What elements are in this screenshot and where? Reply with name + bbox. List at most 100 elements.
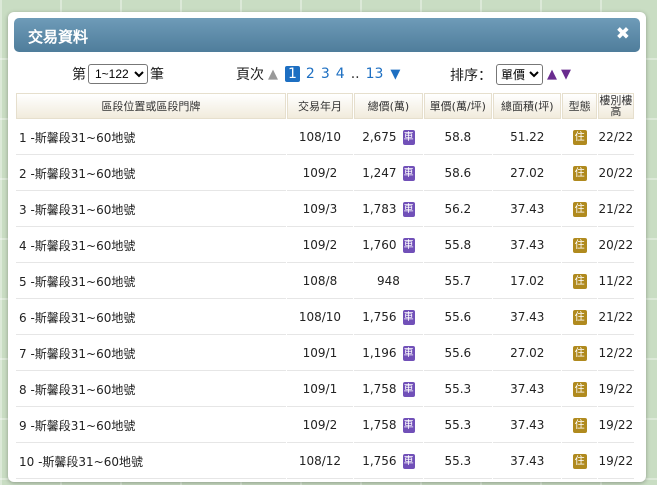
cell-total-price: 1,756 車 (354, 444, 423, 479)
cell-floor: 20/22 (597, 228, 634, 263)
parking-icon[interactable]: 車 (402, 129, 415, 145)
cell-area: 17.02 (493, 264, 562, 299)
sort-label: 排序： (450, 67, 492, 84)
total-price-value: 2,675 (362, 130, 397, 144)
cell-floor: 21/22 (597, 192, 634, 227)
sort-desc-icon[interactable]: ▼ (561, 67, 571, 82)
total-price-value: 948 (376, 274, 400, 288)
parking-icon[interactable]: 車 (402, 453, 415, 469)
controls-bar: 第 1~122 筆 頁次 ▲ 1 2 3 4 .. 13 ▼ 排序： 單價 ▲ … (8, 52, 646, 88)
page-link-3[interactable]: 3 (321, 66, 330, 82)
cell-date: 109/2 (286, 156, 354, 191)
cell-area: 51.22 (493, 120, 562, 155)
cell-address: 3 -斯馨段31~60地號 (16, 192, 286, 227)
table-row[interactable]: 7 -斯馨段31~60地號 109/1 1,196 車 55.6 27.02 住 12/22 (16, 336, 634, 371)
table-row[interactable]: 8 -斯馨段31~60地號 109/1 1,758 車 55.3 37.43 住 19/22 (16, 372, 634, 407)
range-suffix: 筆 (150, 67, 164, 83)
cell-unit-price: 55.3 (423, 444, 493, 479)
parking-icon[interactable]: 車 (402, 165, 415, 181)
parking-icon[interactable]: 車 (402, 201, 415, 217)
dialog-titlebar: 交易資料 ✖ (14, 18, 640, 52)
header-total-price[interactable]: 總價(萬) (354, 93, 423, 119)
table-row[interactable]: 1 -斯馨段31~60地號 108/10 2,675 車 58.8 51.22 住 22/22 (16, 120, 634, 155)
cell-address: 4 -斯馨段31~60地號 (16, 228, 286, 263)
cell-total-price: 1,760 車 (354, 228, 423, 263)
header-type[interactable]: 型態 (562, 93, 597, 119)
cell-floor: 12/22 (597, 336, 634, 371)
cell-type: 住 (562, 336, 597, 371)
cell-address: 5 -斯馨段31~60地號 (16, 264, 286, 299)
cell-floor: 19/22 (597, 444, 634, 479)
cell-floor: 22/22 (597, 120, 634, 155)
cell-total-price: 1,247 車 (354, 156, 423, 191)
cell-unit-price: 55.3 (423, 408, 493, 443)
page-link-2[interactable]: 2 (306, 66, 315, 82)
cell-total-price: 1,756 車 (354, 300, 423, 335)
header-date[interactable]: 交易年月 (286, 93, 354, 119)
cell-unit-price: 58.6 (423, 156, 493, 191)
cell-unit-price: 55.7 (423, 264, 493, 299)
sort-asc-icon[interactable]: ▲ (547, 67, 557, 82)
total-price-value: 1,756 (362, 310, 397, 324)
cell-address: 7 -斯馨段31~60地號 (16, 336, 286, 371)
cell-floor: 21/22 (597, 300, 634, 335)
close-icon[interactable]: ✖ (616, 24, 630, 44)
residential-icon: 住 (572, 202, 587, 217)
parking-icon[interactable]: 車 (402, 309, 415, 325)
table-row[interactable]: 6 -斯馨段31~60地號 108/10 1,756 車 55.6 37.43 住 21/22 (16, 300, 634, 335)
residential-icon: 住 (572, 310, 587, 325)
table-row[interactable]: 2 -斯馨段31~60地號 109/2 1,247 車 58.6 27.02 住 20/22 (16, 156, 634, 191)
range-selector: 第 1~122 筆 (72, 64, 164, 84)
cell-date: 108/10 (286, 300, 354, 335)
cell-total-price: 1,783 車 (354, 192, 423, 227)
table-row[interactable]: 4 -斯馨段31~60地號 109/2 1,760 車 55.8 37.43 住 20/22 (16, 228, 634, 263)
pagination: 頁次 ▲ 1 2 3 4 .. 13 ▼ (236, 64, 400, 84)
cell-total-price: 1,758 車 (354, 408, 423, 443)
table-row[interactable]: 3 -斯馨段31~60地號 109/3 1,783 車 56.2 37.43 住 21/22 (16, 192, 634, 227)
next-page-icon[interactable]: ▼ (390, 67, 400, 82)
parking-icon[interactable]: 車 (402, 417, 415, 433)
cell-area: 37.43 (493, 372, 562, 407)
prev-page-icon: ▲ (268, 66, 278, 82)
parking-icon[interactable]: 車 (402, 381, 415, 397)
pagination-dots: .. (350, 66, 360, 82)
table-row[interactable]: 9 -斯馨段31~60地號 109/2 1,758 車 55.3 37.43 住 19/22 (16, 408, 634, 443)
cell-address: 6 -斯馨段31~60地號 (16, 300, 286, 335)
total-price-value: 1,760 (362, 238, 397, 252)
cell-total-price: 1,758 車 (354, 372, 423, 407)
page-link-1[interactable]: 1 (285, 66, 300, 82)
cell-area: 27.02 (493, 156, 562, 191)
header-floor[interactable]: 樓別樓高 (597, 93, 634, 119)
header-unit-price[interactable]: 單價(萬/坪) (423, 93, 493, 119)
cell-type: 住 (562, 156, 597, 191)
cell-area: 27.02 (493, 336, 562, 371)
cell-type: 住 (562, 408, 597, 443)
parking-icon[interactable]: 車 (402, 237, 415, 253)
cell-floor: 19/22 (597, 372, 634, 407)
cell-total-price: 2,675 車 (354, 120, 423, 155)
residential-icon: 住 (572, 166, 587, 181)
cell-type: 住 (562, 228, 597, 263)
header-area[interactable]: 總面積(坪) (493, 93, 562, 119)
cell-type: 住 (562, 372, 597, 407)
table-row[interactable]: 5 -斯馨段31~60地號 108/8 948 55.7 17.02 住 11/22 (16, 264, 634, 299)
header-address[interactable]: 區段位置或區段門牌 (16, 93, 286, 119)
range-select[interactable]: 1~122 (88, 64, 148, 84)
dialog-title: 交易資料 (28, 28, 89, 46)
cell-address: 2 -斯馨段31~60地號 (16, 156, 286, 191)
cell-date: 108/12 (286, 444, 354, 479)
cell-type: 住 (562, 120, 597, 155)
cell-date: 108/10 (286, 120, 354, 155)
sort-select[interactable]: 單價 (496, 64, 543, 85)
residential-icon: 住 (572, 130, 587, 145)
parking-icon[interactable]: 車 (402, 345, 415, 361)
cell-total-price: 1,196 車 (354, 336, 423, 371)
cell-unit-price: 58.8 (423, 120, 493, 155)
cell-address: 8 -斯馨段31~60地號 (16, 372, 286, 407)
page-link-13[interactable]: 13 (366, 66, 384, 82)
cell-area: 37.43 (493, 228, 562, 263)
total-price-value: 1,758 (362, 382, 397, 396)
cell-type: 住 (562, 264, 597, 299)
page-link-4[interactable]: 4 (336, 66, 345, 82)
table-row[interactable]: 10 -斯馨段31~60地號 108/12 1,756 車 55.3 37.43 住 19/2… (16, 444, 634, 479)
